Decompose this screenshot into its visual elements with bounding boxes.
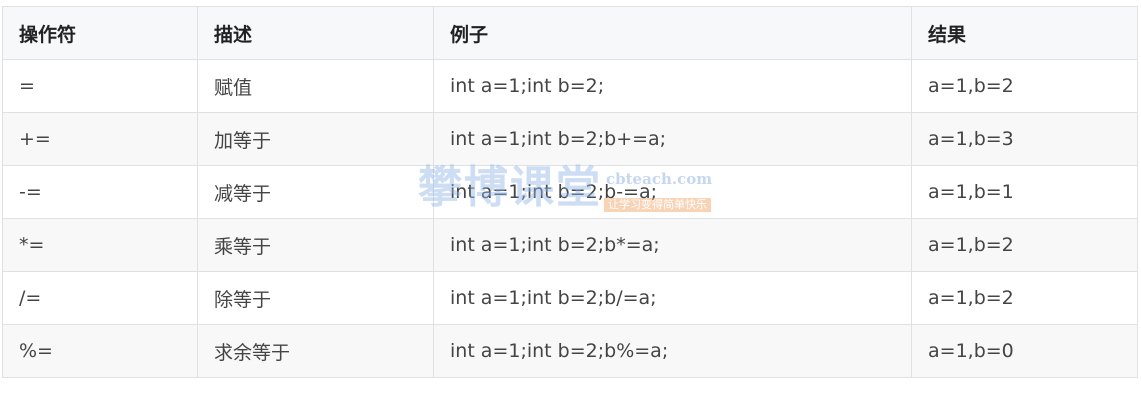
table-row: -= 减等于 int a=1;int b=2;b-=a; a=1,b=1	[2, 165, 1138, 219]
table-row: %= 求余等于 int a=1;int b=2;b%=a; a=1,b=0	[2, 324, 1138, 378]
cell-description: 乘等于	[197, 218, 434, 272]
cell-description: 除等于	[197, 271, 434, 325]
cell-description: 加等于	[197, 112, 434, 166]
cell-example: int a=1;int b=2;b/=a;	[433, 271, 912, 325]
cell-example: int a=1;int b=2;b%=a;	[433, 324, 912, 378]
cell-result: a=1,b=2	[911, 271, 1138, 325]
cell-result: a=1,b=2	[911, 59, 1138, 113]
cell-operator: /=	[2, 271, 198, 325]
header-result: 结果	[911, 6, 1138, 60]
cell-description: 减等于	[197, 165, 434, 219]
cell-operator: +=	[2, 112, 198, 166]
table-row: /= 除等于 int a=1;int b=2;b/=a; a=1,b=2	[2, 271, 1138, 325]
table-row: += 加等于 int a=1;int b=2;b+=a; a=1,b=3	[2, 112, 1138, 166]
cell-example: int a=1;int b=2;b-=a;	[433, 165, 912, 219]
cell-example: int a=1;int b=2;	[433, 59, 912, 113]
table-row: *= 乘等于 int a=1;int b=2;b*=a; a=1,b=2	[2, 218, 1138, 272]
header-example: 例子	[433, 6, 912, 60]
cell-description: 赋值	[197, 59, 434, 113]
table-header-row: 操作符 描述 例子 结果	[2, 6, 1138, 60]
header-description: 描述	[197, 6, 434, 60]
cell-result: a=1,b=1	[911, 165, 1138, 219]
cell-example: int a=1;int b=2;b*=a;	[433, 218, 912, 272]
operator-table-container: 操作符 描述 例子 结果 = 赋值 int a=1;int b=2; a=1,b…	[2, 6, 1138, 378]
cell-result: a=1,b=3	[911, 112, 1138, 166]
cell-operator: %=	[2, 324, 198, 378]
cell-example: int a=1;int b=2;b+=a;	[433, 112, 912, 166]
cell-description: 求余等于	[197, 324, 434, 378]
operator-table: 操作符 描述 例子 结果 = 赋值 int a=1;int b=2; a=1,b…	[2, 6, 1138, 378]
cell-result: a=1,b=0	[911, 324, 1138, 378]
cell-operator: =	[2, 59, 198, 113]
cell-operator: -=	[2, 165, 198, 219]
table-row: = 赋值 int a=1;int b=2; a=1,b=2	[2, 59, 1138, 113]
header-operator: 操作符	[2, 6, 198, 60]
cell-operator: *=	[2, 218, 198, 272]
cell-result: a=1,b=2	[911, 218, 1138, 272]
